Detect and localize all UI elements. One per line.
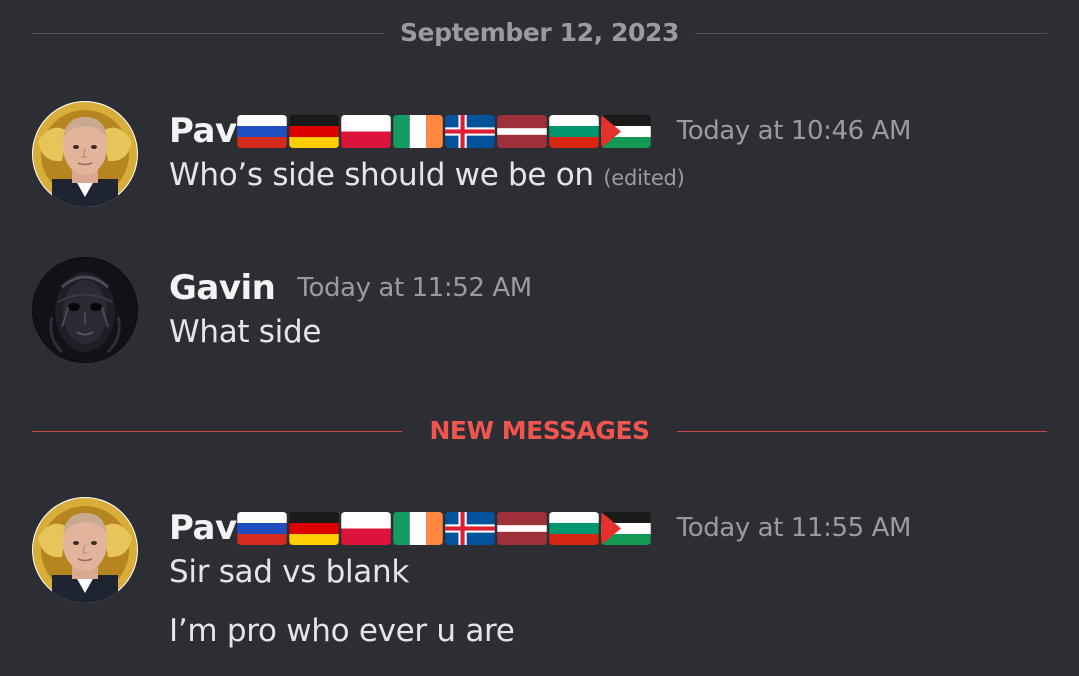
pav-avatar-icon	[32, 497, 138, 603]
germany-flag-icon	[289, 512, 339, 545]
palestine-flag-icon	[601, 115, 651, 148]
divider-line-right	[695, 33, 1047, 34]
message-header: Pav Today at 11:55 AM	[169, 506, 1079, 550]
ireland-flag-icon	[393, 115, 443, 148]
message-timestamp[interactable]: Today at 10:46 AM	[677, 116, 912, 146]
iceland-flag-icon	[445, 512, 495, 545]
author-name[interactable]: Pav	[169, 508, 237, 548]
author-name[interactable]: Pav	[169, 111, 237, 151]
message-text[interactable]: What side	[169, 313, 1079, 351]
message-header: Pav Today at 10:46 AM	[169, 109, 1079, 153]
bulgaria-flag-icon	[549, 115, 599, 148]
russia-flag-icon	[237, 115, 287, 148]
poland-flag-icon	[341, 512, 391, 545]
message-text[interactable]: I’m pro who ever u are	[169, 612, 1079, 650]
gavin-avatar-icon	[32, 257, 138, 363]
iceland-flag-icon	[445, 115, 495, 148]
message-timestamp[interactable]: Today at 11:55 AM	[677, 513, 912, 543]
message-timestamp[interactable]: Today at 11:52 AM	[297, 273, 532, 303]
message-body: Pav Today at 10:46 AM Who’s side should …	[169, 101, 1079, 197]
author-flags	[237, 512, 653, 545]
poland-flag-icon	[341, 115, 391, 148]
message-text[interactable]: Who’s side should we be on (edited)	[169, 156, 1079, 197]
message-body: Gavin Today at 11:52 AM What side	[169, 257, 1079, 351]
latvia-flag-icon	[497, 512, 547, 545]
latvia-flag-icon	[497, 115, 547, 148]
bulgaria-flag-icon	[549, 512, 599, 545]
avatar[interactable]	[32, 101, 138, 207]
avatar[interactable]	[32, 257, 138, 363]
message-text[interactable]: Sir sad vs blank	[169, 553, 1079, 591]
divider-line-right	[677, 431, 1047, 432]
author-name[interactable]: Gavin	[169, 268, 276, 308]
germany-flag-icon	[289, 115, 339, 148]
message-body: Pav Today at 11:55 AM Sir sad vs blank I…	[169, 497, 1079, 650]
russia-flag-icon	[237, 512, 287, 545]
palestine-flag-icon	[601, 512, 651, 545]
edited-label: (edited)	[603, 166, 685, 190]
avatar[interactable]	[32, 497, 138, 603]
ireland-flag-icon	[393, 512, 443, 545]
pav-avatar-icon	[32, 101, 138, 207]
message-content: Who’s side should we be on	[169, 157, 594, 193]
author-flags	[237, 115, 653, 148]
message-header: Gavin Today at 11:52 AM	[169, 266, 1079, 310]
